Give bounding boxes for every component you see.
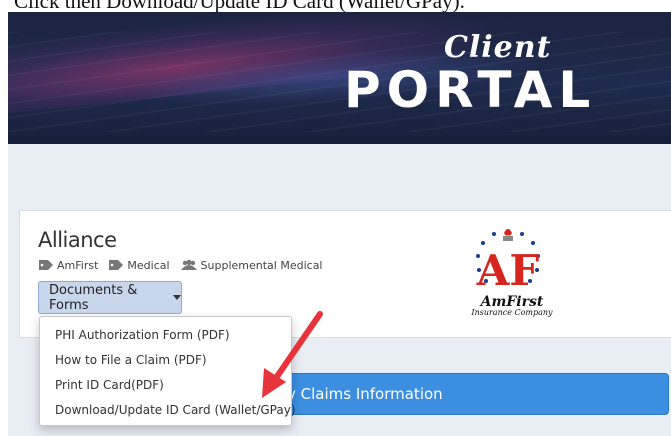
portal-logo-script: Client (444, 30, 552, 65)
svg-text:AF: AF (476, 246, 540, 295)
tag-icon (109, 260, 124, 270)
red-arrow-annotation (262, 311, 323, 398)
caret-down-icon (173, 295, 181, 300)
tag-amfirst: AmFirst (38, 259, 98, 272)
tag-medical: Medical (108, 258, 170, 272)
plan-tags: AmFirst Medical Supplemental Medical (38, 257, 333, 273)
users-icon (180, 259, 197, 270)
documents-forms-label: Documents & Forms (49, 282, 138, 313)
tag-label: AmFirst (57, 258, 99, 272)
tag-icon (39, 260, 53, 270)
torch-flame-icon (504, 229, 512, 236)
tag-supplemental-medical: Supplemental Medical (180, 259, 323, 272)
tag-label: Medical (127, 258, 170, 272)
plan-name: Alliance (38, 228, 117, 252)
tag-label: Supplemental Medical (200, 258, 323, 272)
amfirst-logo-subtitle: Insurance Company (471, 308, 553, 317)
portal-logo-main: PORTAL (344, 61, 597, 119)
amfirst-logo-name: AmFirst (480, 294, 544, 310)
documents-forms-button[interactable]: Documents & Forms (38, 281, 182, 314)
client-portal-banner: Client PORTAL (8, 12, 671, 144)
